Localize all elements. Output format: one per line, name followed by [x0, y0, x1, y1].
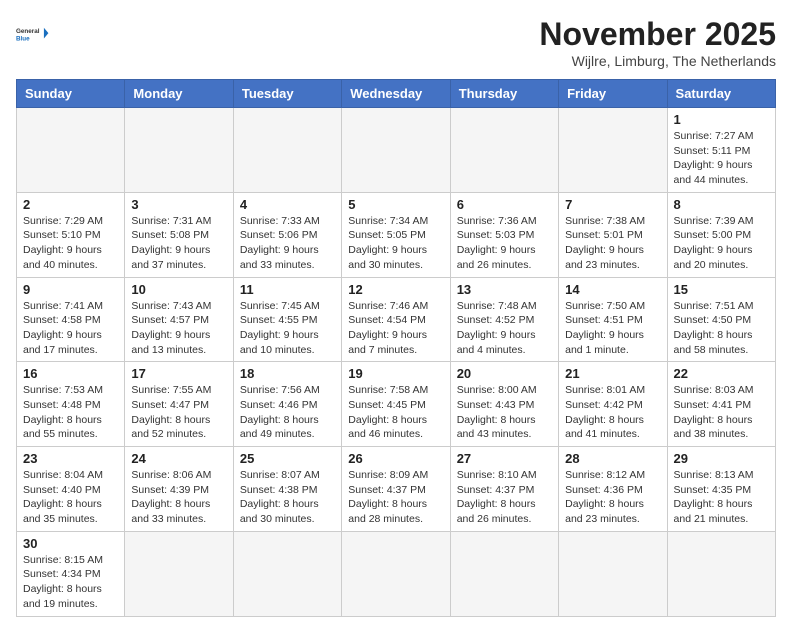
- calendar-header: GeneralBlue November 2025 Wijlre, Limbur…: [16, 16, 776, 69]
- calendar-row-5: 23 Sunrise: 8:04 AM Sunset: 4:40 PM Dayl…: [17, 447, 776, 532]
- empty-cell: [450, 108, 558, 193]
- svg-text:Blue: Blue: [16, 35, 30, 42]
- day-10: 10 Sunrise: 7:43 AM Sunset: 4:57 PM Dayl…: [125, 277, 233, 362]
- location-subtitle: Wijlre, Limburg, The Netherlands: [539, 53, 776, 69]
- day-25: 25 Sunrise: 8:07 AM Sunset: 4:38 PM Dayl…: [233, 447, 341, 532]
- header-wednesday: Wednesday: [342, 80, 450, 108]
- day-17: 17 Sunrise: 7:55 AM Sunset: 4:47 PM Dayl…: [125, 362, 233, 447]
- empty-cell: [342, 531, 450, 616]
- weekday-header-row: Sunday Monday Tuesday Wednesday Thursday…: [17, 80, 776, 108]
- day-20: 20 Sunrise: 8:00 AM Sunset: 4:43 PM Dayl…: [450, 362, 558, 447]
- day-8: 8 Sunrise: 7:39 AM Sunset: 5:00 PM Dayli…: [667, 192, 775, 277]
- day-14: 14 Sunrise: 7:50 AM Sunset: 4:51 PM Dayl…: [559, 277, 667, 362]
- calendar-row-4: 16 Sunrise: 7:53 AM Sunset: 4:48 PM Dayl…: [17, 362, 776, 447]
- empty-cell: [559, 108, 667, 193]
- calendar-row-6: 30 Sunrise: 8:15 AM Sunset: 4:34 PM Dayl…: [17, 531, 776, 616]
- title-area: November 2025 Wijlre, Limburg, The Nethe…: [539, 16, 776, 69]
- empty-cell: [342, 108, 450, 193]
- header-thursday: Thursday: [450, 80, 558, 108]
- empty-cell: [125, 108, 233, 193]
- header-tuesday: Tuesday: [233, 80, 341, 108]
- calendar-table: Sunday Monday Tuesday Wednesday Thursday…: [16, 79, 776, 617]
- day-27: 27 Sunrise: 8:10 AM Sunset: 4:37 PM Dayl…: [450, 447, 558, 532]
- day-19: 19 Sunrise: 7:58 AM Sunset: 4:45 PM Dayl…: [342, 362, 450, 447]
- day-11: 11 Sunrise: 7:45 AM Sunset: 4:55 PM Dayl…: [233, 277, 341, 362]
- header-monday: Monday: [125, 80, 233, 108]
- logo-icon: GeneralBlue: [16, 16, 52, 52]
- day-5: 5 Sunrise: 7:34 AM Sunset: 5:05 PM Dayli…: [342, 192, 450, 277]
- day-29: 29 Sunrise: 8:13 AM Sunset: 4:35 PM Dayl…: [667, 447, 775, 532]
- header-saturday: Saturday: [667, 80, 775, 108]
- logo: GeneralBlue: [16, 16, 52, 52]
- day-13: 13 Sunrise: 7:48 AM Sunset: 4:52 PM Dayl…: [450, 277, 558, 362]
- header-sunday: Sunday: [17, 80, 125, 108]
- day-7: 7 Sunrise: 7:38 AM Sunset: 5:01 PM Dayli…: [559, 192, 667, 277]
- empty-cell: [233, 108, 341, 193]
- day-23: 23 Sunrise: 8:04 AM Sunset: 4:40 PM Dayl…: [17, 447, 125, 532]
- day-3: 3 Sunrise: 7:31 AM Sunset: 5:08 PM Dayli…: [125, 192, 233, 277]
- day-30: 30 Sunrise: 8:15 AM Sunset: 4:34 PM Dayl…: [17, 531, 125, 616]
- empty-cell: [667, 531, 775, 616]
- day-26: 26 Sunrise: 8:09 AM Sunset: 4:37 PM Dayl…: [342, 447, 450, 532]
- day-6: 6 Sunrise: 7:36 AM Sunset: 5:03 PM Dayli…: [450, 192, 558, 277]
- day-18: 18 Sunrise: 7:56 AM Sunset: 4:46 PM Dayl…: [233, 362, 341, 447]
- day-22: 22 Sunrise: 8:03 AM Sunset: 4:41 PM Dayl…: [667, 362, 775, 447]
- day-4: 4 Sunrise: 7:33 AM Sunset: 5:06 PM Dayli…: [233, 192, 341, 277]
- day-2: 2 Sunrise: 7:29 AM Sunset: 5:10 PM Dayli…: [17, 192, 125, 277]
- header-friday: Friday: [559, 80, 667, 108]
- empty-cell: [450, 531, 558, 616]
- day-9: 9 Sunrise: 7:41 AM Sunset: 4:58 PM Dayli…: [17, 277, 125, 362]
- empty-cell: [559, 531, 667, 616]
- empty-cell: [233, 531, 341, 616]
- day-1: 1 Sunrise: 7:27 AM Sunset: 5:11 PM Dayli…: [667, 108, 775, 193]
- day-15: 15 Sunrise: 7:51 AM Sunset: 4:50 PM Dayl…: [667, 277, 775, 362]
- month-title: November 2025: [539, 16, 776, 53]
- day-21: 21 Sunrise: 8:01 AM Sunset: 4:42 PM Dayl…: [559, 362, 667, 447]
- calendar-row-2: 2 Sunrise: 7:29 AM Sunset: 5:10 PM Dayli…: [17, 192, 776, 277]
- day-24: 24 Sunrise: 8:06 AM Sunset: 4:39 PM Dayl…: [125, 447, 233, 532]
- day-16: 16 Sunrise: 7:53 AM Sunset: 4:48 PM Dayl…: [17, 362, 125, 447]
- empty-cell: [125, 531, 233, 616]
- calendar-row-1: 1 Sunrise: 7:27 AM Sunset: 5:11 PM Dayli…: [17, 108, 776, 193]
- empty-cell: [17, 108, 125, 193]
- day-12: 12 Sunrise: 7:46 AM Sunset: 4:54 PM Dayl…: [342, 277, 450, 362]
- day-28: 28 Sunrise: 8:12 AM Sunset: 4:36 PM Dayl…: [559, 447, 667, 532]
- svg-text:General: General: [16, 28, 40, 35]
- calendar-row-3: 9 Sunrise: 7:41 AM Sunset: 4:58 PM Dayli…: [17, 277, 776, 362]
